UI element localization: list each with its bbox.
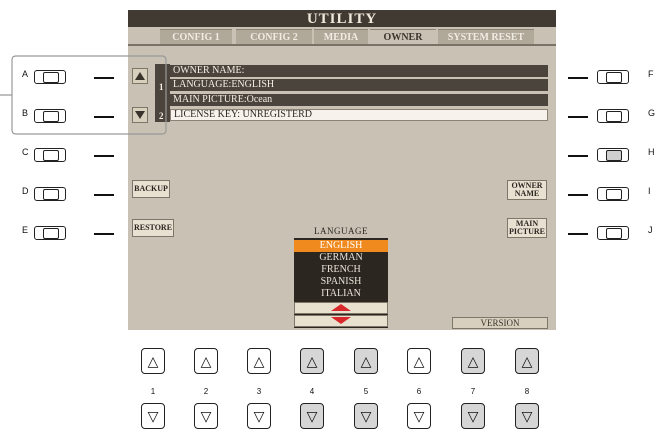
tab-system-reset[interactable]: SYSTEM RESET	[438, 29, 534, 44]
panel-button-e[interactable]	[34, 226, 66, 240]
connector-line	[94, 194, 114, 196]
version-button[interactable]: VERSION	[452, 317, 548, 329]
main-picture-button[interactable]: MAIN PICTURE	[507, 218, 547, 238]
connector-line	[94, 116, 114, 118]
panel-label-c: C	[22, 147, 29, 157]
down-button-2[interactable]: ▽	[194, 403, 218, 429]
down-button-6[interactable]: ▽	[407, 403, 431, 429]
up-button-7[interactable]: △	[461, 348, 485, 374]
panel-label-g: G	[648, 108, 656, 118]
down-button-7[interactable]: ▽	[461, 403, 485, 429]
lower-label-2: 2	[203, 387, 209, 396]
up-button-6[interactable]: △	[407, 348, 431, 374]
connector-line	[94, 233, 114, 235]
callout-bracket	[0, 55, 167, 135]
panel-button-a[interactable]	[34, 70, 66, 84]
tab-owner[interactable]: OWNER	[370, 29, 436, 44]
language-option-english[interactable]: ENGLISH	[294, 240, 388, 252]
language-option-italian[interactable]: ITALIAN	[294, 288, 388, 300]
connector-line	[568, 194, 588, 196]
tab-media[interactable]: MEDIA	[314, 29, 368, 44]
panel-button-b[interactable]	[34, 109, 66, 123]
language-row[interactable]: LANGUAGE:ENGLISH	[170, 79, 548, 91]
connector-line	[568, 233, 588, 235]
panel-label-i: I	[648, 186, 651, 196]
panel-label-h: H	[648, 147, 655, 157]
panel-button-d[interactable]	[34, 187, 66, 201]
panel-label-f: F	[648, 69, 654, 79]
owner-name-button-line-2: NAME	[514, 189, 540, 198]
down-button-5[interactable]: ▽	[354, 403, 378, 429]
connector-line	[568, 116, 588, 118]
panel-label-e: E	[22, 225, 29, 235]
arrow-down-icon	[331, 317, 351, 324]
panel-button-i[interactable]	[597, 187, 629, 201]
lower-label-4: 4	[309, 387, 315, 396]
down-button-8[interactable]: ▽	[515, 403, 539, 429]
lower-label-1: 1	[150, 387, 156, 396]
down-button-1[interactable]: ▽	[141, 403, 165, 429]
up-button-5[interactable]: △	[354, 348, 378, 374]
up-button-4[interactable]: △	[300, 348, 324, 374]
tab-config-2[interactable]: CONFIG 2	[236, 29, 312, 44]
panel-label-j: J	[648, 225, 653, 235]
arrow-up-icon	[331, 304, 351, 311]
lower-label-3: 3	[256, 387, 262, 396]
restore-button[interactable]: RESTORE	[132, 219, 174, 237]
language-scroll-up-button[interactable]	[294, 302, 388, 314]
language-option-german[interactable]: GERMAN	[294, 252, 388, 264]
panel-button-f[interactable]	[597, 70, 629, 84]
tab-divider	[128, 44, 556, 46]
main-picture-row[interactable]: MAIN PICTURE:Ocean	[170, 94, 548, 106]
up-button-2[interactable]: △	[194, 348, 218, 374]
up-button-1[interactable]: △	[141, 348, 165, 374]
owner-name-button[interactable]: OWNER NAME	[507, 180, 547, 200]
main-picture-button-line-2: PICTURE	[508, 227, 545, 236]
language-title: LANGUAGE	[314, 226, 368, 236]
language-option-french[interactable]: FRENCH	[294, 264, 388, 276]
tab-config-1[interactable]: CONFIG 1	[160, 29, 232, 44]
owner-name-row[interactable]: OWNER NAME:	[170, 65, 548, 77]
lower-label-7: 7	[470, 387, 476, 396]
panel-label-b: B	[22, 108, 29, 118]
backup-button[interactable]: BACKUP	[132, 180, 170, 198]
lower-label-5: 5	[363, 387, 369, 396]
license-key-row[interactable]: LICENSE KEY: UNREGISTERD	[170, 109, 548, 121]
connector-line	[94, 155, 114, 157]
panel-button-g[interactable]	[597, 109, 629, 123]
panel-button-c[interactable]	[34, 148, 66, 162]
owner-info-list: OWNER NAME: LANGUAGE:ENGLISH MAIN PICTUR…	[170, 64, 548, 122]
connector-line	[568, 155, 588, 157]
up-button-3[interactable]: △	[247, 348, 271, 374]
panel-label-a: A	[22, 69, 29, 79]
screen-title: UTILITY	[128, 10, 556, 27]
connector-line	[94, 77, 114, 79]
language-scroll-down-button[interactable]	[294, 315, 388, 327]
language-option-spanish[interactable]: SPANISH	[294, 276, 388, 288]
down-button-3[interactable]: ▽	[247, 403, 271, 429]
panel-label-d: D	[22, 186, 29, 196]
lower-label-6: 6	[416, 387, 422, 396]
connector-line	[568, 77, 588, 79]
panel-button-j[interactable]	[597, 226, 629, 240]
panel-button-h[interactable]	[597, 148, 629, 162]
up-button-8[interactable]: △	[515, 348, 539, 374]
lower-label-8: 8	[524, 387, 530, 396]
down-button-4[interactable]: ▽	[300, 403, 324, 429]
